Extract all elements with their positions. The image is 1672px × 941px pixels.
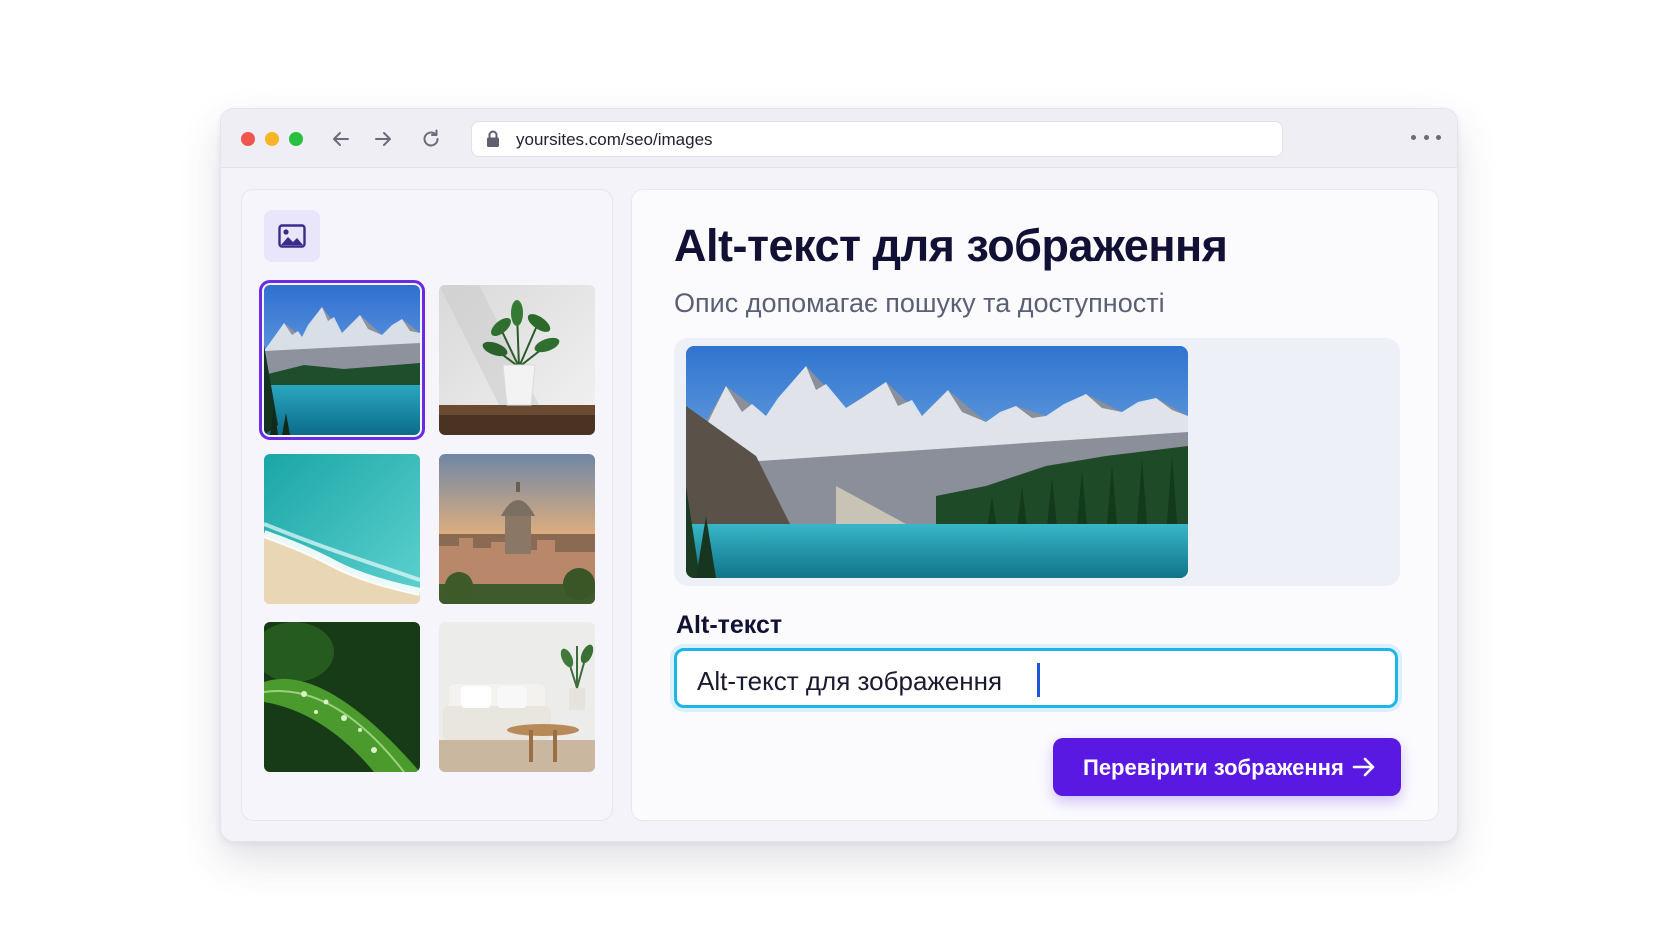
alt-text-editor-panel: Alt-текст для зображення Опис допомагає … xyxy=(631,189,1439,821)
thumbnail-potted-plant[interactable] xyxy=(439,285,595,435)
image-gallery-panel xyxy=(241,189,613,821)
forward-arrow-icon[interactable] xyxy=(369,125,397,153)
url-text: yoursites.com/seo/images xyxy=(516,130,713,149)
thumbnail-mountain-lake[interactable] xyxy=(259,280,425,440)
browser-window: yoursites.com/seo/images Alt-текст для з… xyxy=(220,108,1458,842)
minimize-window-button[interactable] xyxy=(265,132,279,146)
image-preview xyxy=(686,346,1188,578)
thumbnail-ocean-beach[interactable] xyxy=(264,454,420,604)
page-title: Alt-текст для зображення xyxy=(674,220,1228,271)
more-dots-icon[interactable] xyxy=(1411,127,1441,147)
close-window-button[interactable] xyxy=(241,132,255,146)
arrow-right-icon xyxy=(1351,755,1377,784)
check-image-button-label: Перевірити зображення xyxy=(1083,755,1344,780)
thumbnail-living-room-sofa[interactable] xyxy=(439,622,595,772)
page-subtitle: Опис допомагає пошуку та доступності xyxy=(674,288,1165,318)
reload-icon[interactable] xyxy=(417,125,445,153)
alt-text-value: Alt-текст для зображення xyxy=(697,666,1003,696)
back-arrow-icon[interactable] xyxy=(327,125,355,153)
thumbnail-city-dome[interactable] xyxy=(439,454,595,604)
browser-toolbar: yoursites.com/seo/images xyxy=(221,109,1457,168)
alt-text-input[interactable]: Alt-текст для зображення xyxy=(674,648,1398,708)
address-bar[interactable]: yoursites.com/seo/images xyxy=(471,121,1283,157)
maximize-window-button[interactable] xyxy=(289,132,303,146)
lock-icon xyxy=(486,130,500,153)
thumbnail-leaf-water-drops[interactable] xyxy=(264,622,420,772)
image-preview-area xyxy=(674,338,1400,586)
check-image-button[interactable]: Перевірити зображення xyxy=(1053,738,1401,796)
alt-text-label: Alt-текст xyxy=(676,611,783,639)
text-cursor xyxy=(1037,663,1040,697)
image-gallery-icon[interactable] xyxy=(264,210,320,262)
